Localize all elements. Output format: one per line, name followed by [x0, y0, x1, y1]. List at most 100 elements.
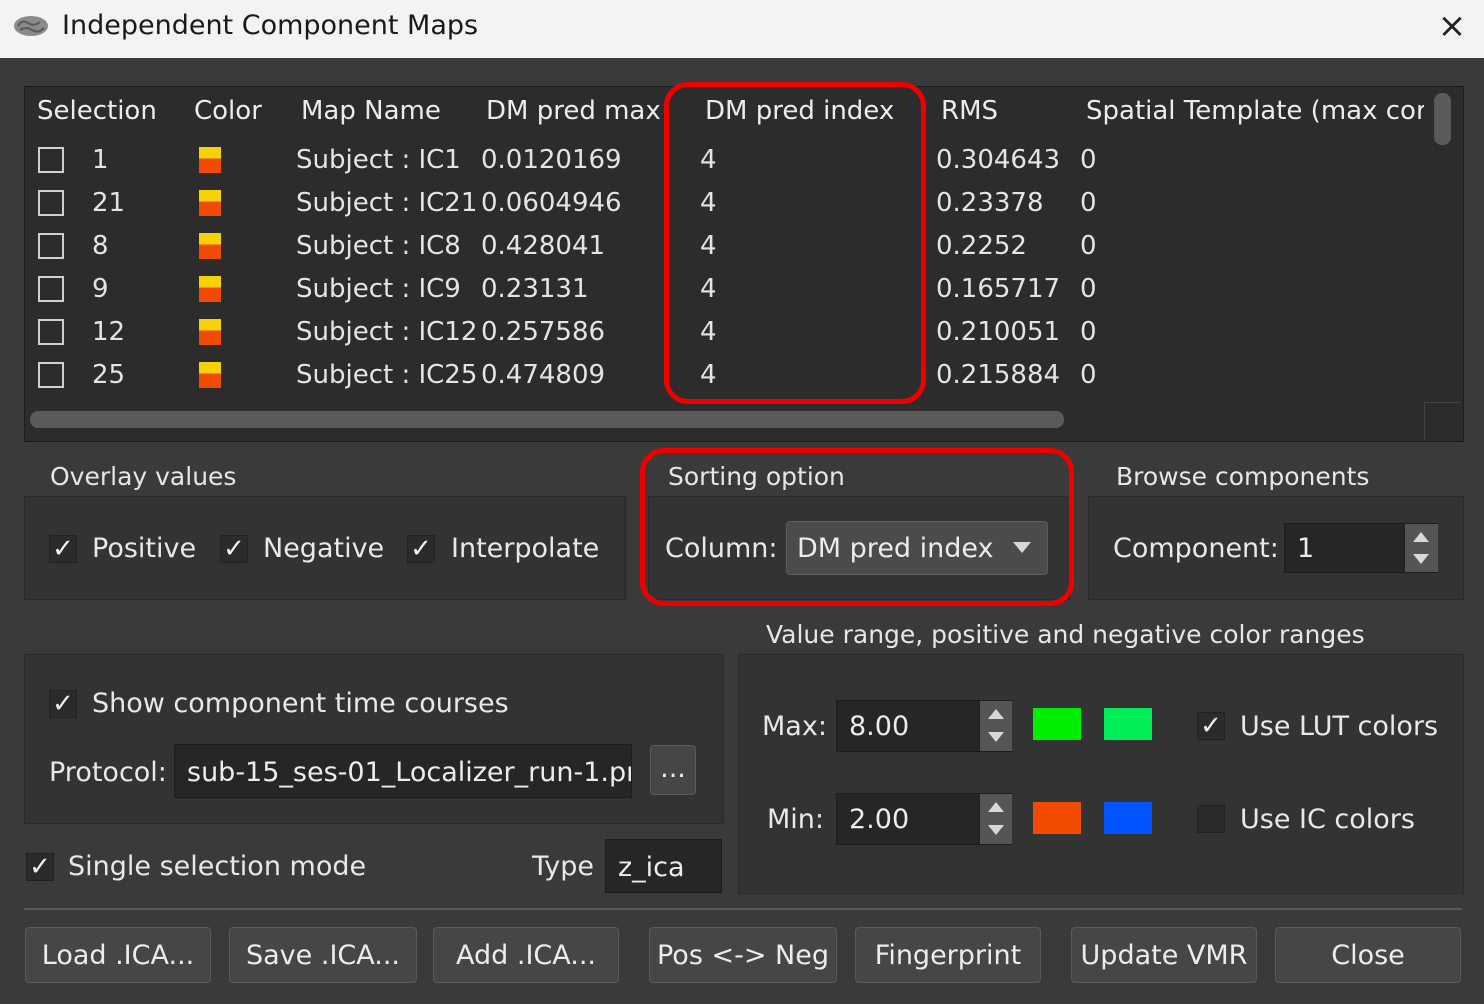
spin-down-icon[interactable] — [988, 732, 1004, 742]
row-rms: 0.215884 — [936, 360, 1061, 390]
row-selection-index: 8 — [92, 231, 109, 261]
row-spatial-template: 0 — [1080, 360, 1097, 390]
row-selection-index: 21 — [92, 188, 126, 218]
time-course-panel — [24, 654, 724, 824]
fingerprint-button[interactable]: Fingerprint — [855, 927, 1041, 983]
row-spatial-template: 0 — [1080, 231, 1097, 261]
row-dm-pred-max: 0.428041 — [481, 231, 606, 261]
row-spatial-template: 0 — [1080, 274, 1097, 304]
row-selection-index: 12 — [92, 317, 126, 347]
protocol-value: sub-15_ses-01_Localizer_run-1.prt — [187, 757, 632, 788]
row-rms: 0.210051 — [936, 317, 1061, 347]
header-spatial-template[interactable]: Spatial Template (max corr) — [1086, 96, 1424, 126]
use-ic-colors-label: Use IC colors — [1240, 804, 1415, 835]
interpolate-checkbox[interactable]: ✓ — [407, 535, 435, 563]
brain-icon — [14, 16, 48, 36]
row-map-name: Subject : IC1 — [296, 145, 461, 175]
highlight-sorting-option — [640, 448, 1074, 606]
show-time-courses-label: Show component time courses — [92, 688, 509, 719]
title-bar: Independent Component Maps × — [0, 0, 1484, 58]
type-field[interactable]: z_ica — [605, 839, 722, 893]
max-positive-color-swatch[interactable] — [1033, 708, 1081, 740]
row-dm-pred-max: 0.257586 — [481, 317, 606, 347]
spin-up-icon[interactable] — [988, 802, 1004, 812]
load-ica-button[interactable]: Load .ICA... — [25, 927, 211, 983]
min-negative-color-swatch[interactable] — [1104, 802, 1152, 834]
max-value: 8.00 — [849, 711, 910, 742]
row-rms: 0.165717 — [936, 274, 1061, 304]
highlight-dm-pred-index-column — [664, 82, 926, 404]
positive-checkbox[interactable]: ✓ — [49, 535, 77, 563]
close-button[interactable]: Close — [1275, 927, 1461, 983]
row-map-name: Subject : IC21 — [296, 188, 478, 218]
vertical-scrollbar[interactable] — [1434, 93, 1451, 145]
max-negative-color-swatch[interactable] — [1104, 708, 1152, 740]
row-checkbox[interactable] — [38, 190, 64, 216]
single-selection-label: Single selection mode — [68, 851, 367, 882]
value-range-title: Value range, positive and negative color… — [766, 620, 1365, 649]
type-value: z_ica — [618, 852, 685, 883]
use-lut-colors-label: Use LUT colors — [1240, 711, 1439, 742]
row-dm-pred-max: 0.0604946 — [481, 188, 622, 218]
row-spatial-template: 0 — [1080, 317, 1097, 347]
component-value: 1 — [1297, 533, 1315, 564]
row-color-swatch[interactable] — [199, 147, 221, 173]
row-checkbox[interactable] — [38, 276, 64, 302]
row-rms: 0.304643 — [936, 145, 1061, 175]
header-rms[interactable]: RMS — [941, 96, 998, 126]
pos-neg-button[interactable]: Pos <-> Neg — [649, 927, 837, 983]
row-color-swatch[interactable] — [199, 362, 221, 388]
row-checkbox[interactable] — [38, 362, 64, 388]
horizontal-scrollbar[interactable] — [30, 411, 1064, 428]
protocol-label: Protocol: — [49, 757, 167, 788]
window-title: Independent Component Maps — [62, 10, 479, 41]
overlay-values-title: Overlay values — [50, 462, 237, 491]
row-checkbox[interactable] — [38, 233, 64, 259]
min-label: Min: — [767, 804, 825, 835]
row-color-swatch[interactable] — [199, 276, 221, 302]
update-vmr-button[interactable]: Update VMR — [1071, 927, 1257, 983]
row-dm-pred-max: 0.23131 — [481, 274, 589, 304]
value-range-panel — [738, 654, 1464, 894]
spin-down-icon[interactable] — [1413, 554, 1429, 564]
protocol-browse-button[interactable]: ... — [650, 745, 696, 795]
close-window-icon[interactable]: × — [1432, 6, 1472, 46]
row-map-name: Subject : IC12 — [296, 317, 478, 347]
browse-components-title: Browse components — [1116, 462, 1370, 491]
type-label: Type — [532, 851, 595, 882]
spin-up-icon[interactable] — [988, 709, 1004, 719]
min-spin-buttons[interactable] — [979, 794, 1012, 844]
row-checkbox[interactable] — [38, 319, 64, 345]
show-time-courses-checkbox[interactable]: ✓ — [49, 690, 77, 718]
min-positive-color-swatch[interactable] — [1033, 802, 1081, 834]
spin-up-icon[interactable] — [1413, 532, 1429, 542]
row-map-name: Subject : IC25 — [296, 360, 478, 390]
row-color-swatch[interactable] — [199, 190, 221, 216]
header-map-name[interactable]: Map Name — [301, 96, 441, 126]
interpolate-label: Interpolate — [451, 533, 600, 564]
protocol-field[interactable]: sub-15_ses-01_Localizer_run-1.prt — [174, 744, 632, 798]
row-checkbox[interactable] — [38, 147, 64, 173]
spin-down-icon[interactable] — [988, 825, 1004, 835]
header-color[interactable]: Color — [194, 96, 262, 126]
use-ic-colors-checkbox[interactable] — [1197, 805, 1225, 833]
row-rms: 0.23378 — [936, 188, 1044, 218]
negative-checkbox[interactable]: ✓ — [220, 535, 248, 563]
header-selection[interactable]: Selection — [37, 96, 157, 126]
max-spin-buttons[interactable] — [979, 701, 1012, 751]
row-color-swatch[interactable] — [199, 233, 221, 259]
row-spatial-template: 0 — [1080, 145, 1097, 175]
scroll-corner — [1424, 402, 1461, 439]
single-selection-checkbox[interactable]: ✓ — [26, 853, 54, 881]
min-value: 2.00 — [849, 804, 910, 835]
header-dm-pred-max[interactable]: DM pred max — [486, 96, 661, 126]
row-color-swatch[interactable] — [199, 319, 221, 345]
row-selection-index: 25 — [92, 360, 126, 390]
positive-label: Positive — [92, 533, 197, 564]
row-dm-pred-max: 0.0120169 — [481, 145, 622, 175]
row-map-name: Subject : IC9 — [296, 274, 461, 304]
save-ica-button[interactable]: Save .ICA... — [229, 927, 417, 983]
component-spin-buttons[interactable] — [1404, 524, 1438, 572]
add-ica-button[interactable]: Add .ICA... — [433, 927, 619, 983]
use-lut-colors-checkbox[interactable]: ✓ — [1197, 712, 1225, 740]
